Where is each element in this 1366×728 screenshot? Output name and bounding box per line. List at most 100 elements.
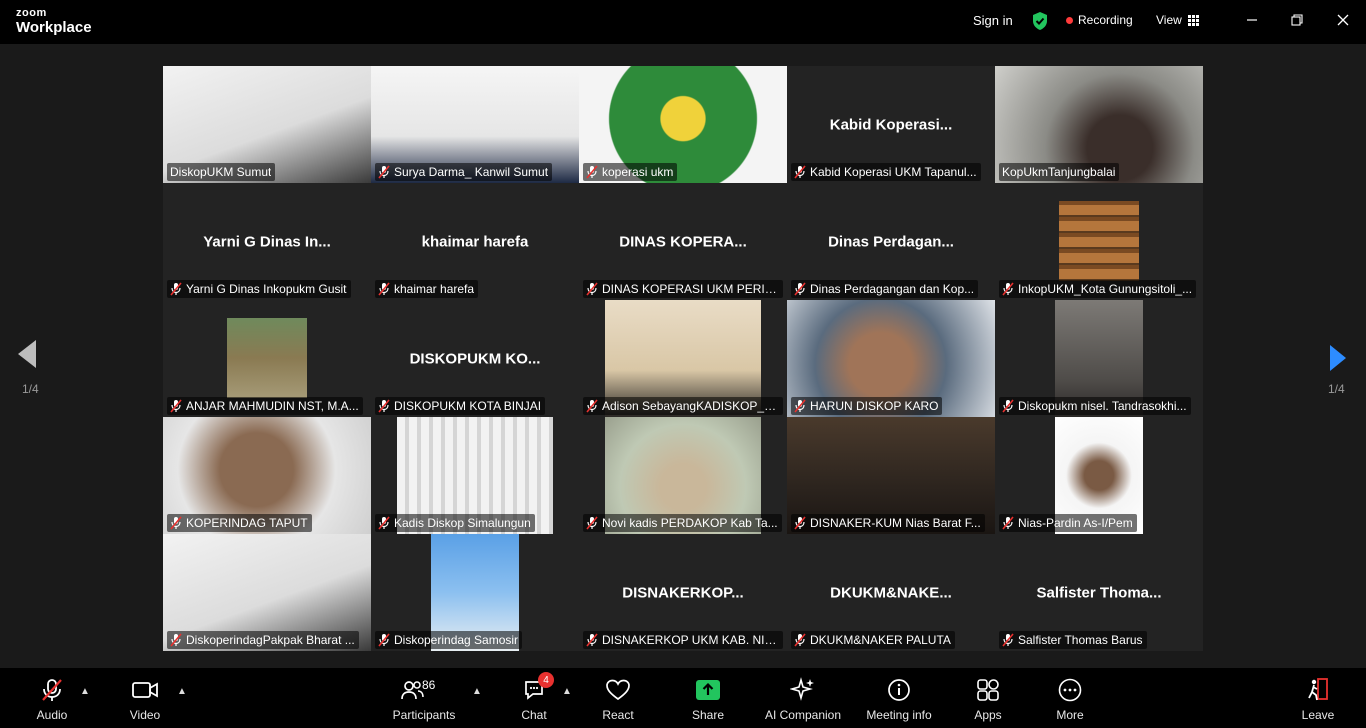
share-screen-icon <box>695 676 721 704</box>
leave-button[interactable]: Leave <box>1273 676 1363 722</box>
participant-tile[interactable]: khaimar harefa khaimar harefa <box>371 183 579 300</box>
participant-name: koperasi ukm <box>602 165 674 179</box>
muted-mic-icon <box>378 633 390 647</box>
participant-tile[interactable]: Kabid Koperasi... Kabid Koperasi UKM Tapa… <box>787 66 995 183</box>
record-dot-icon <box>1066 16 1073 24</box>
apps-icon <box>976 676 1000 704</box>
minimize-icon <box>1247 19 1257 21</box>
next-page-arrow-icon[interactable] <box>1330 345 1346 371</box>
participant-tile[interactable]: Diskoperindag Samosir <box>371 534 579 651</box>
participant-tile[interactable]: DISNAKERKOP... DISNAKERKOP UKM KAB. NIA..… <box>579 534 787 651</box>
title-bar: zoom Workplace Sign in Recording View <box>0 0 1366 44</box>
participant-tile[interactable]: InkopUKM_Kota Gunungsitoli_... <box>995 183 1203 300</box>
participant-tile[interactable]: KopUkmTanjungbalai <box>995 66 1203 183</box>
participant-name-label: DISNAKERKOP UKM KAB. NIA... <box>583 631 783 649</box>
participant-tile[interactable]: DISNAKER-KUM Nias Barat F... <box>787 417 995 534</box>
participant-tile[interactable]: koperasi ukm <box>579 66 787 183</box>
participant-tile[interactable]: DiskoperindagPakpak Bharat ... <box>163 534 371 651</box>
audio-button[interactable]: Audio <box>7 676 97 722</box>
share-button[interactable]: Share <box>663 676 753 722</box>
participant-name: Surya Darma_ Kanwil Sumut <box>394 165 549 179</box>
participant-tile[interactable]: Nias-Pardin As-I/Pem <box>995 417 1203 534</box>
share-label: Share <box>691 708 725 722</box>
participant-tile[interactable]: HARUN DISKOP KARO <box>787 300 995 417</box>
participant-tile[interactable]: Adison SebayangKADISKOP_K... <box>579 300 787 417</box>
participant-name: DINAS KOPERASI UKM PERIN... <box>602 282 779 296</box>
participant-tile[interactable]: DISKOPUKM KO... DISKOPUKM KOTA BINJAI <box>371 300 579 417</box>
sign-in-link[interactable]: Sign in <box>973 13 1013 28</box>
participants-icon: 86 <box>394 676 454 704</box>
participant-name-label: DiskoperindagPakpak Bharat ... <box>167 631 359 649</box>
muted-mic-icon <box>1002 633 1014 647</box>
participant-display-name: DISKOPUKM KO... <box>409 350 541 367</box>
security-shield-icon[interactable] <box>1031 11 1049 31</box>
more-button[interactable]: More <box>1025 676 1115 722</box>
participant-tile[interactable]: Yarni G Dinas In... Yarni G Dinas Inkopuk… <box>163 183 371 300</box>
participant-name-label: Dinas Perdagangan dan Kop... <box>791 280 979 298</box>
participant-tile[interactable]: ANJAR MAHMUDIN NST, M.A... <box>163 300 371 417</box>
participant-name-label: khaimar harefa <box>375 280 479 298</box>
close-button[interactable] <box>1333 10 1353 30</box>
participant-name: DKUKM&NAKER PALUTA <box>810 633 951 647</box>
participant-tile[interactable]: DKUKM&NAKE... DKUKM&NAKER PALUTA <box>787 534 995 651</box>
participant-name-label: InkopUKM_Kota Gunungsitoli_... <box>999 280 1197 298</box>
restore-button[interactable] <box>1287 10 1307 30</box>
chat-options-caret-icon[interactable]: ▲ <box>562 686 572 697</box>
view-label: View <box>1156 13 1182 27</box>
participant-tile[interactable]: KOPERINDAG TAPUT <box>163 417 371 534</box>
participant-tile[interactable]: Diskopukm nisel. Tandrasokhi... <box>995 300 1203 417</box>
participant-name: DISKOPUKM KOTA BINJAI <box>394 399 542 413</box>
participant-video <box>227 318 307 398</box>
video-button[interactable]: Video <box>100 676 190 722</box>
close-icon <box>1337 14 1349 26</box>
participant-tile[interactable]: Kadis Diskop Simalungun <box>371 417 579 534</box>
participants-count: 86 <box>422 678 436 692</box>
participant-name-label: Kabid Koperasi UKM Tapanul... <box>791 163 981 181</box>
participant-tile[interactable]: DINAS KOPERA... DINAS KOPERASI UKM PERIN.… <box>579 183 787 300</box>
participant-name: KOPERINDAG TAPUT <box>186 516 308 530</box>
muted-mic-icon <box>586 399 598 413</box>
muted-mic-icon <box>586 516 598 530</box>
ai-companion-button[interactable]: AI Companion <box>758 676 848 722</box>
participant-tile[interactable]: Dinas Perdagan... Dinas Perdagangan dan K… <box>787 183 995 300</box>
chat-button[interactable]: 4 Chat <box>489 672 579 722</box>
participant-name: InkopUKM_Kota Gunungsitoli_... <box>1018 282 1193 296</box>
page-indicator-left: 1/4 <box>22 382 39 396</box>
page-indicator-right: 1/4 <box>1328 382 1345 396</box>
apps-button[interactable]: Apps <box>943 676 1033 722</box>
participant-name-label: Surya Darma_ Kanwil Sumut <box>375 163 553 181</box>
participant-display-name: DISNAKERKOP... <box>622 584 744 601</box>
muted-mic-icon <box>794 399 806 413</box>
video-options-caret-icon[interactable]: ▲ <box>177 686 187 697</box>
muted-mic-icon <box>378 516 390 530</box>
react-button[interactable]: React <box>573 676 663 722</box>
audio-options-caret-icon[interactable]: ▲ <box>80 686 90 697</box>
participant-tile[interactable]: Novi kadis PERDAKOP Kab Ta... <box>579 417 787 534</box>
participant-tile[interactable]: DiskopUKM Sumut <box>163 66 371 183</box>
participant-tile[interactable]: Salfister Thoma... Salfister Thomas Barus <box>995 534 1203 651</box>
previous-page-arrow-icon[interactable] <box>18 340 36 368</box>
recording-indicator[interactable]: Recording <box>1066 13 1133 27</box>
participants-options-caret-icon[interactable]: ▲ <box>472 686 482 697</box>
participant-name-label: DINAS KOPERASI UKM PERIN... <box>583 280 783 298</box>
muted-mic-icon <box>586 282 598 296</box>
meeting-info-button[interactable]: Meeting info <box>854 676 944 722</box>
view-button[interactable]: View <box>1156 13 1199 27</box>
participant-tile[interactable]: Surya Darma_ Kanwil Sumut <box>371 66 579 183</box>
participants-button[interactable]: 86 Participants <box>379 676 469 722</box>
chat-label: Chat <box>521 708 547 722</box>
muted-mic-icon <box>794 282 806 296</box>
leave-door-icon <box>1306 676 1330 704</box>
leave-label: Leave <box>1301 708 1335 722</box>
participant-name: ANJAR MAHMUDIN NST, M.A... <box>186 399 359 413</box>
grid-view-icon <box>1187 14 1199 26</box>
participant-name: Kadis Diskop Simalungun <box>394 516 531 530</box>
participant-name: KopUkmTanjungbalai <box>1002 165 1116 179</box>
minimize-button[interactable] <box>1242 10 1262 30</box>
more-dots-icon <box>1058 676 1082 704</box>
participant-display-name: Salfister Thoma... <box>1036 584 1162 601</box>
meeting-toolbar: Audio ▲ Video ▲ 86 Participants ▲ 4 Chat… <box>0 668 1366 728</box>
muted-mic-icon <box>1002 516 1014 530</box>
participant-display-name: Kabid Koperasi... <box>829 116 953 133</box>
zoom-logo: zoom Workplace <box>16 8 92 36</box>
